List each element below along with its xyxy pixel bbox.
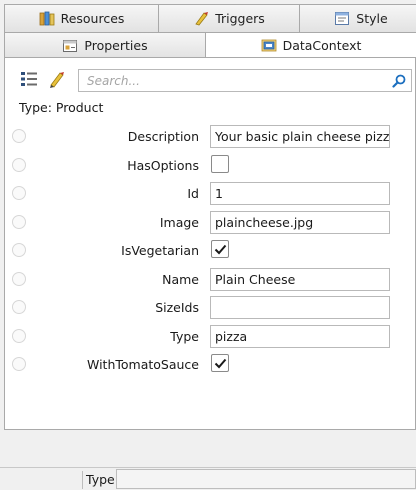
- property-row-isvegetarian: IsVegetarian: [5, 236, 415, 265]
- binding-marker-icon[interactable]: [12, 129, 26, 143]
- description-field[interactable]: Your basic plain cheese pizza w: [210, 125, 390, 148]
- binding-marker-icon[interactable]: [12, 357, 26, 371]
- property-row-sizeids: SizeIds: [5, 293, 415, 322]
- type-label: Type: Product: [19, 100, 104, 115]
- name-field[interactable]: Plain Cheese: [210, 267, 390, 291]
- pencil-icon: [50, 72, 64, 88]
- property-name: IsVegetarian: [121, 243, 199, 258]
- edit-button[interactable]: [47, 69, 67, 89]
- id-field[interactable]: 1: [210, 182, 390, 205]
- tab-label: Triggers: [215, 11, 265, 26]
- property-row-id: Id 1: [5, 179, 415, 208]
- property-name: SizeIds: [155, 300, 199, 315]
- sizeids-field[interactable]: [210, 296, 390, 319]
- property-row-name: Name Plain Cheese: [5, 265, 415, 294]
- binding-marker-icon[interactable]: [12, 300, 26, 314]
- binding-marker-icon[interactable]: [12, 243, 26, 257]
- image-field[interactable]: plaincheese.jpg: [210, 210, 390, 234]
- resources-icon: [39, 11, 54, 26]
- hasoptions-checkbox[interactable]: [211, 154, 229, 173]
- property-name: Type: [170, 328, 199, 344]
- categorize-button[interactable]: [19, 69, 39, 89]
- property-row-image: Image plaincheese.jpg: [5, 208, 415, 237]
- style-icon: [335, 12, 350, 25]
- tab-resources[interactable]: Resources: [4, 4, 159, 32]
- triggers-icon: [195, 12, 209, 26]
- property-list: Description Your basic plain cheese pizz…: [5, 122, 415, 379]
- property-name: Id: [187, 186, 199, 201]
- binding-marker-icon[interactable]: [12, 214, 26, 229]
- toolbar: [19, 69, 67, 89]
- tab-row-top: Resources Triggers Style: [0, 4, 416, 32]
- tab-label: Resources: [60, 11, 125, 26]
- status-divider: [82, 471, 83, 489]
- property-row-type: Type pizza: [5, 322, 415, 351]
- type-field[interactable]: pizza: [210, 324, 390, 348]
- status-bar: Type: [0, 467, 416, 490]
- binding-marker-icon[interactable]: [12, 271, 26, 286]
- search-input[interactable]: [79, 73, 390, 88]
- property-name: Name: [162, 271, 199, 287]
- property-name: Description: [127, 129, 199, 144]
- list-grid-icon: [21, 72, 37, 86]
- tab-label: Properties: [84, 38, 148, 53]
- status-type-label: Type: [86, 472, 115, 487]
- tab-row-bottom: Properties DataContext: [0, 32, 416, 58]
- binding-marker-icon[interactable]: [12, 328, 26, 343]
- tab-triggers[interactable]: Triggers: [158, 4, 300, 32]
- isvegetarian-checkbox[interactable]: [211, 240, 229, 258]
- property-name: Image: [159, 214, 199, 230]
- property-row-description: Description Your basic plain cheese pizz…: [5, 122, 415, 151]
- property-name: HasOptions: [127, 157, 199, 173]
- checkmark-icon: [214, 358, 226, 368]
- tab-label: Style: [356, 11, 388, 26]
- tab-label: DataContext: [282, 37, 362, 53]
- tab-style[interactable]: Style: [299, 4, 416, 32]
- checkmark-icon: [214, 244, 226, 254]
- datacontext-panel: Type: Product Description Your basic pla…: [4, 57, 416, 430]
- binding-marker-icon[interactable]: [12, 157, 26, 172]
- withtomatosauce-checkbox[interactable]: [211, 354, 229, 372]
- search-icon[interactable]: [390, 72, 408, 90]
- search-box: [78, 69, 412, 92]
- binding-marker-icon[interactable]: [12, 186, 26, 200]
- properties-icon: [63, 40, 78, 52]
- property-row-withtomatosauce: WithTomatoSauce: [5, 350, 415, 379]
- tab-properties[interactable]: Properties: [4, 32, 206, 58]
- datacontext-icon: [261, 39, 276, 51]
- property-name: WithTomatoSauce: [86, 357, 199, 372]
- tab-datacontext[interactable]: DataContext: [205, 32, 416, 58]
- property-row-hasoptions: HasOptions: [5, 151, 415, 180]
- status-type-field: [116, 469, 416, 489]
